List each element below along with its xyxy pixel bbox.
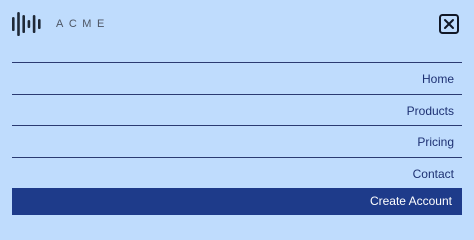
close-menu-button[interactable] [439, 14, 459, 34]
nav-item-pricing[interactable]: Pricing [12, 125, 462, 157]
nav-item-label: Pricing [417, 135, 454, 149]
brand-logo[interactable]: ACME [12, 12, 110, 36]
brand-name: ACME [56, 18, 110, 30]
nav-item-label: Contact [412, 166, 454, 181]
create-account-button[interactable]: Create Account [12, 188, 462, 215]
nav-item-contact[interactable]: Contact [12, 156, 462, 189]
nav-item-label: Home [421, 72, 454, 86]
nav-item-home[interactable]: Home [12, 62, 462, 94]
sound-wave-icon [12, 12, 41, 36]
mobile-nav-header: ACME [0, 0, 474, 56]
close-icon [439, 14, 459, 34]
nav-item-products[interactable]: Products [12, 93, 462, 126]
mobile-nav-menu: Home Products Pricing Contact [12, 62, 462, 188]
nav-item-label: Products [406, 103, 454, 118]
